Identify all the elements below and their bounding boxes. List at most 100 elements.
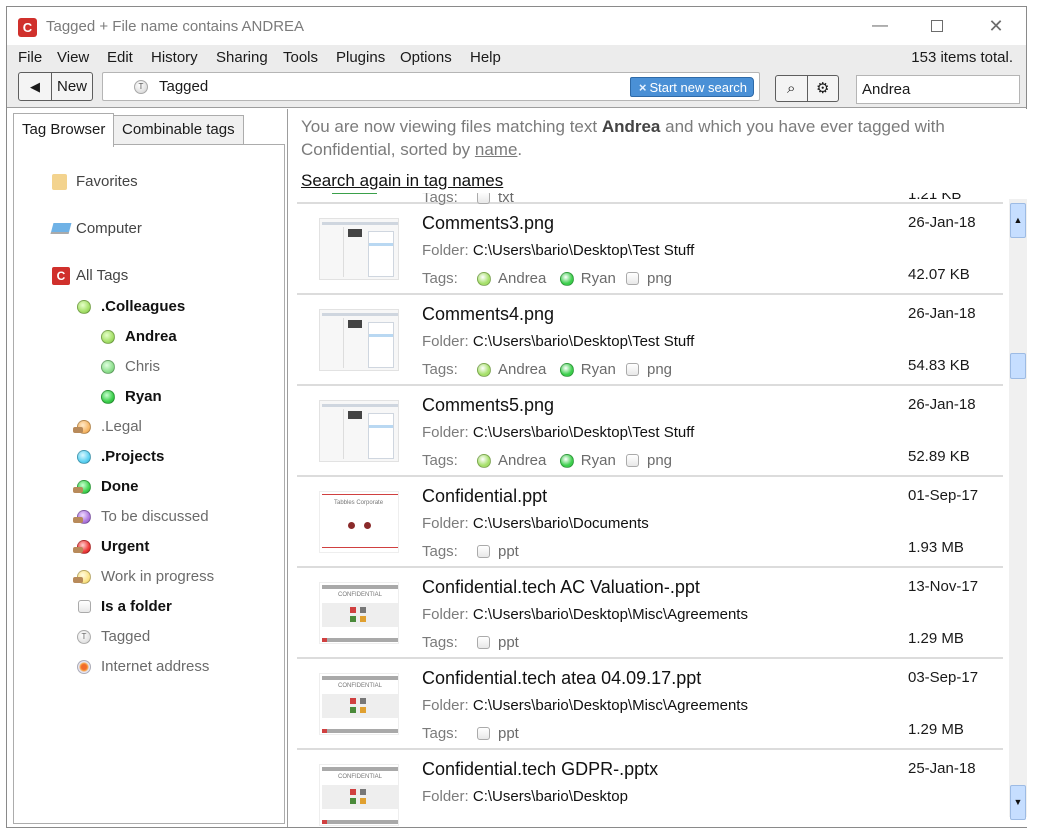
menu-help[interactable]: Help [470, 49, 501, 66]
menu-edit[interactable]: Edit [107, 49, 133, 66]
file-name[interactable]: Comments5.png [422, 395, 554, 416]
file-name[interactable]: Comments3.png [422, 213, 554, 234]
file-tags: Tags: Andrea Ryan png [422, 361, 672, 378]
file-row[interactable]: Tabbles Corporate Confidential.ppt Folder:… [297, 477, 1003, 568]
tree-item-label: Done [101, 478, 139, 495]
file-row[interactable]: CONFIDENTIAL Confidential.tech GDPR-.pptx… [297, 750, 1003, 827]
file-name[interactable]: Confidential.tech atea 04.09.17.ppt [422, 668, 701, 689]
menu-tools[interactable]: Tools [283, 49, 318, 66]
file-row[interactable]: CONFIDENTIAL Confidential.tech AC Valuati… [297, 568, 1003, 659]
file-row[interactable]: Comments3.png Folder: C:\Users\bario\Desk… [297, 204, 1003, 295]
file-size: 1.29 MB [908, 721, 964, 738]
tags-label: Tags: [422, 452, 458, 469]
close-button[interactable]: ✕ [981, 15, 1011, 37]
quick-search-input[interactable] [856, 75, 1020, 104]
menu-sharing[interactable]: Sharing [216, 49, 268, 66]
file-date: 01-Sep-17 [908, 487, 979, 504]
file-name[interactable]: Confidential.tech GDPR-.pptx [422, 759, 658, 780]
tab-tag-browser[interactable]: Tag Browser [13, 113, 115, 147]
folder-path[interactable]: C:\Users\bario\Desktop [473, 788, 628, 805]
tag-ball-icon [477, 363, 491, 377]
folder-path[interactable]: C:\Users\bario\Desktop\Misc\Agreements [473, 606, 748, 623]
file-size: 1.21 KB [908, 193, 962, 203]
scrollbar-thumb[interactable] [1010, 353, 1026, 380]
file-folder: Folder: C:\Users\bario\Desktop\Test Stuf… [422, 333, 694, 350]
menu-bar: File View Edit History Sharing Tools Plu… [7, 45, 1026, 71]
menu-options[interactable]: Options [400, 49, 452, 66]
file-folder: Folder: C:\Users\bario\Desktop [422, 788, 628, 805]
file-folder: Folder: C:\Users\bario\Desktop\Test Stuf… [422, 242, 694, 259]
browser-icon [77, 660, 91, 674]
file-size: 1.29 MB [908, 630, 964, 647]
tag-ball-icon [477, 454, 491, 468]
minimize-button[interactable]: — [865, 15, 895, 37]
file-thumbnail [332, 193, 377, 194]
checkbox-icon [78, 600, 91, 613]
file-row[interactable]: Comments4.png Folder: C:\Users\bario\Desk… [297, 295, 1003, 386]
search-chip-tagged[interactable]: Tagged [159, 78, 208, 95]
title-bar: C Tagged + File name contains ANDREA — ✕ [7, 7, 1026, 45]
menu-view[interactable]: View [57, 49, 89, 66]
shared-hand-icon [73, 487, 83, 493]
tree-item-label: To be discussed [101, 508, 209, 525]
new-button[interactable]: New [52, 73, 92, 100]
file-name[interactable]: Confidential.tech AC Valuation-.ppt [422, 577, 700, 598]
maximize-button[interactable] [922, 15, 952, 37]
tag-ball-icon [101, 390, 115, 404]
checkbox-icon [477, 636, 490, 649]
file-date: 13-Nov-17 [908, 578, 979, 595]
folder-label: Folder: [422, 515, 469, 532]
search-again-link[interactable]: Search again in tag names [301, 171, 503, 191]
tag-label: png [647, 361, 673, 378]
menu-file[interactable]: File [18, 49, 42, 66]
tagged-icon: T [77, 630, 91, 644]
file-name[interactable]: Confidential.ppt [422, 486, 547, 507]
tags-label: Tags: [422, 270, 458, 287]
search-query-bar[interactable]: T Tagged × Start new search [102, 72, 760, 101]
scroll-down-button[interactable]: ▼ [1010, 785, 1026, 820]
file-thumbnail: Tabbles Corporate [319, 491, 399, 553]
left-panel: Tag Browser Combinable tags Favorites Co… [10, 109, 285, 827]
start-new-search-button[interactable]: × Start new search [629, 77, 754, 97]
file-name[interactable]: Comments4.png [422, 304, 554, 325]
tag-ball-icon [559, 363, 574, 377]
folder-path[interactable]: C:\Users\bario\Desktop\Misc\Agreements [473, 697, 748, 714]
vertical-scrollbar[interactable]: ▲ ▼ [1009, 199, 1027, 820]
sort-by-link[interactable]: name [475, 140, 518, 159]
folder-path[interactable]: C:\Users\bario\Desktop\Test Stuff [473, 333, 694, 350]
file-row[interactable]: CONFIDENTIAL Confidential.tech atea 04.09… [297, 659, 1003, 750]
file-thumbnail [319, 309, 399, 371]
file-tags: Tags: Andrea Ryan png [422, 452, 672, 469]
tree-item-label: Work in progress [101, 568, 215, 585]
folder-path[interactable]: C:\Users\bario\Desktop\Test Stuff [473, 242, 694, 259]
tag-label: Ryan [580, 361, 616, 378]
folder-path[interactable]: C:\Users\bario\Desktop\Test Stuff [473, 424, 694, 441]
tree-item-label: Tagged [101, 628, 151, 645]
panel-splitter[interactable] [287, 109, 288, 827]
tag-label: Andrea [498, 361, 547, 378]
file-date: 26-Jan-18 [908, 214, 976, 231]
file-date: 03-Sep-17 [908, 669, 979, 686]
settings-button[interactable]: ⚙ [808, 76, 839, 101]
menu-history[interactable]: History [151, 49, 198, 66]
results-panel: You are now viewing files matching text … [289, 109, 1027, 827]
tab-combinable-tags[interactable]: Combinable tags [113, 115, 244, 145]
file-row-partial[interactable]: Tags: txt 1.21 KB [297, 193, 1003, 206]
menu-plugins[interactable]: Plugins [336, 49, 385, 66]
tags-label: Tags: [422, 361, 458, 378]
scroll-up-button[interactable]: ▲ [1010, 203, 1026, 238]
gear-icon: ⚙ [816, 80, 830, 97]
checkbox-icon [477, 193, 490, 204]
tag-search-button[interactable]: ⌕ [776, 76, 808, 101]
shared-hand-icon [73, 427, 83, 433]
tags-label: Tags: [422, 543, 458, 560]
back-button[interactable]: ◀ [19, 73, 52, 100]
shared-hand-icon [73, 547, 83, 553]
file-row[interactable]: Comments5.png Folder: C:\Users\bario\Desk… [297, 386, 1003, 477]
tag-ball-icon [101, 360, 115, 374]
file-folder: Folder: C:\Users\bario\Desktop\Misc\Agre… [422, 697, 748, 714]
file-thumbnail: CONFIDENTIAL [319, 673, 399, 735]
tag-label: Ryan [580, 270, 616, 287]
folder-path[interactable]: C:\Users\bario\Documents [473, 515, 649, 532]
folder-label: Folder: [422, 606, 469, 623]
